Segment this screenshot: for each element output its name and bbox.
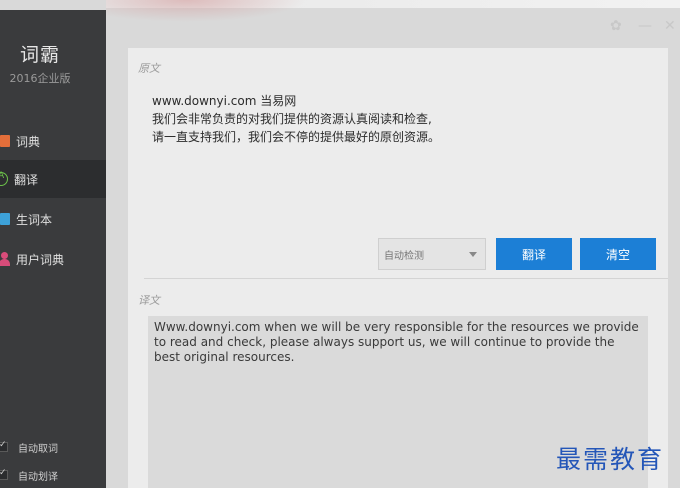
user-dictionary-icon — [0, 252, 10, 266]
sidebar-item-translate[interactable]: 翻译 — [0, 160, 106, 198]
translation-panel: 原文 www.downyi.com 当易网 我们会非常负责的对我们提供的资源认真… — [128, 48, 668, 488]
translate-icon — [0, 171, 8, 186]
language-select[interactable]: 自动检测 — [378, 238, 486, 270]
app-edition: 2016企业版 — [9, 72, 71, 85]
sidebar-item-vocabulary[interactable]: 生词本 — [0, 200, 106, 238]
sidebar-item-label: 词典 — [16, 134, 41, 149]
auto-lookup-label: 自动取词 — [18, 443, 58, 455]
minimize-button[interactable]: — — [638, 18, 652, 34]
auto-lookup-option[interactable]: 自动取词 — [0, 438, 106, 456]
clear-button[interactable]: 清空 — [580, 238, 656, 270]
source-line: www.downyi.com 当易网 — [152, 94, 297, 108]
watermark-text: 最需教育 — [556, 445, 665, 474]
title-bar-accent — [106, 0, 306, 22]
sidebar-item-dictionary[interactable]: 词典 — [0, 122, 106, 160]
source-text-area[interactable]: www.downyi.com 当易网 我们会非常负责的对我们提供的资源认真阅读和… — [152, 92, 440, 146]
section-divider — [144, 278, 668, 279]
app-title: 词霸 — [19, 44, 60, 66]
source-line: 请一直支持我们，我们会不停的提供最好的原创资源。 — [152, 130, 441, 144]
chevron-down-icon — [469, 252, 477, 257]
sidebar-item-user-dictionary[interactable]: 用户词典 — [0, 240, 106, 278]
auto-select-translate-label: 自动划译 — [18, 471, 58, 483]
sidebar-item-label: 翻译 — [14, 172, 39, 187]
source-line: 我们会非常负责的对我们提供的资源认真阅读和检查, — [152, 112, 432, 126]
settings-icon[interactable]: ✿ — [610, 18, 622, 34]
auto-select-translate-option[interactable]: 自动划译 — [0, 466, 106, 484]
vocabulary-book-icon — [0, 213, 10, 225]
close-button[interactable]: ✕ — [664, 18, 676, 34]
sidebar-item-label: 生词本 — [16, 212, 53, 227]
auto-lookup-checkbox[interactable] — [0, 440, 8, 452]
auto-select-translate-checkbox[interactable] — [0, 468, 8, 480]
sidebar: 词霸 2016企业版 词典 翻译 生词本 用户词典 自动取词 自动划译 — [0, 10, 106, 488]
result-label: 译文 — [138, 294, 160, 307]
dictionary-icon — [0, 135, 10, 147]
sidebar-item-label: 用户词典 — [16, 252, 65, 267]
result-text: Www.downyi.com when we will be very resp… — [154, 320, 639, 364]
language-select-value: 自动检测 — [384, 250, 424, 262]
source-label: 原文 — [138, 62, 160, 75]
translate-button[interactable]: 翻译 — [496, 238, 572, 270]
